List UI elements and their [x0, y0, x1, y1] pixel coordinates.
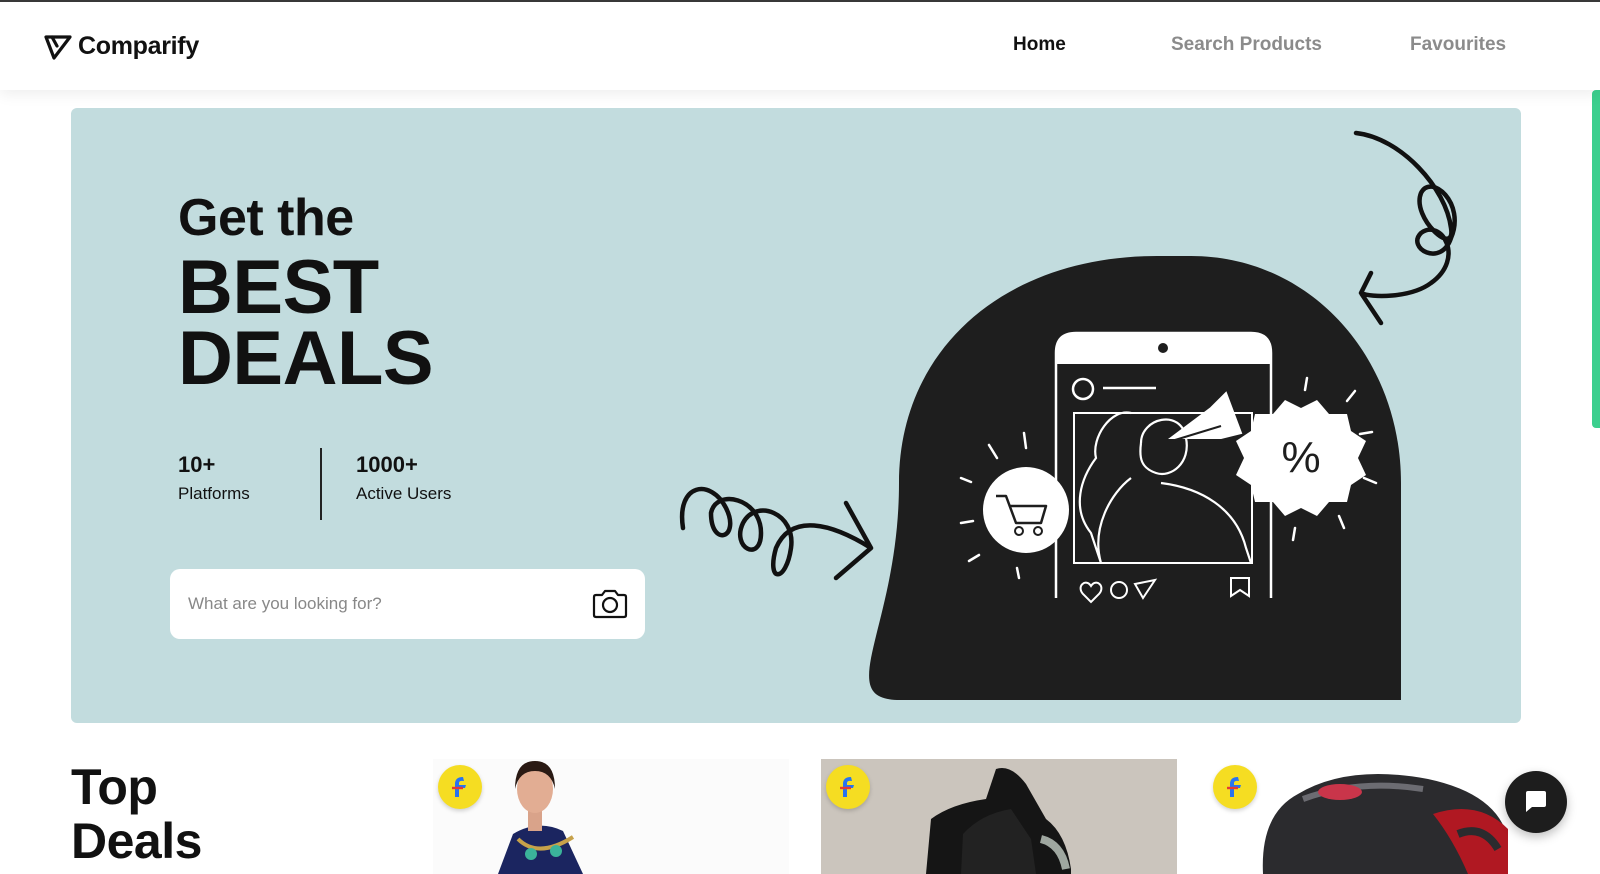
chat-icon	[1526, 791, 1546, 812]
main-nav: Home Search Products Favourites	[0, 34, 1600, 64]
flipkart-icon	[1213, 765, 1257, 809]
flipkart-icon	[826, 765, 870, 809]
flipkart-icon	[438, 765, 482, 809]
squiggle-arrow-left	[679, 487, 874, 581]
deal-card-socks[interactable]	[821, 759, 1177, 874]
scrollbar-thumb[interactable]	[1592, 90, 1600, 428]
product-image-saree	[433, 759, 789, 874]
top-deals-title: Top Deals	[71, 760, 202, 868]
discount-badge-icon: %	[1236, 400, 1366, 516]
nav-favourites-link[interactable]: Favourites	[1410, 34, 1506, 56]
squiggle-arrow-top	[1353, 130, 1457, 326]
chat-button[interactable]	[1505, 771, 1567, 833]
product-image-socks	[926, 768, 1071, 874]
hero-illustration: %	[679, 130, 1457, 700]
hero-banner: Get the BEST DEALS 10+ Platforms 1000+ A…	[71, 108, 1521, 723]
top-deals-title-line1: Top	[71, 759, 158, 815]
top-deals-title-line2: Deals	[71, 813, 202, 869]
discount-symbol: %	[1281, 433, 1320, 482]
nav-search-products-link[interactable]: Search Products	[1171, 34, 1322, 56]
deal-card-saree[interactable]	[433, 759, 789, 874]
nav-home-link[interactable]: Home	[1013, 34, 1066, 56]
top-navbar: Comparify Home Search Products Favourite…	[0, 2, 1600, 90]
cart-icon	[983, 467, 1069, 553]
